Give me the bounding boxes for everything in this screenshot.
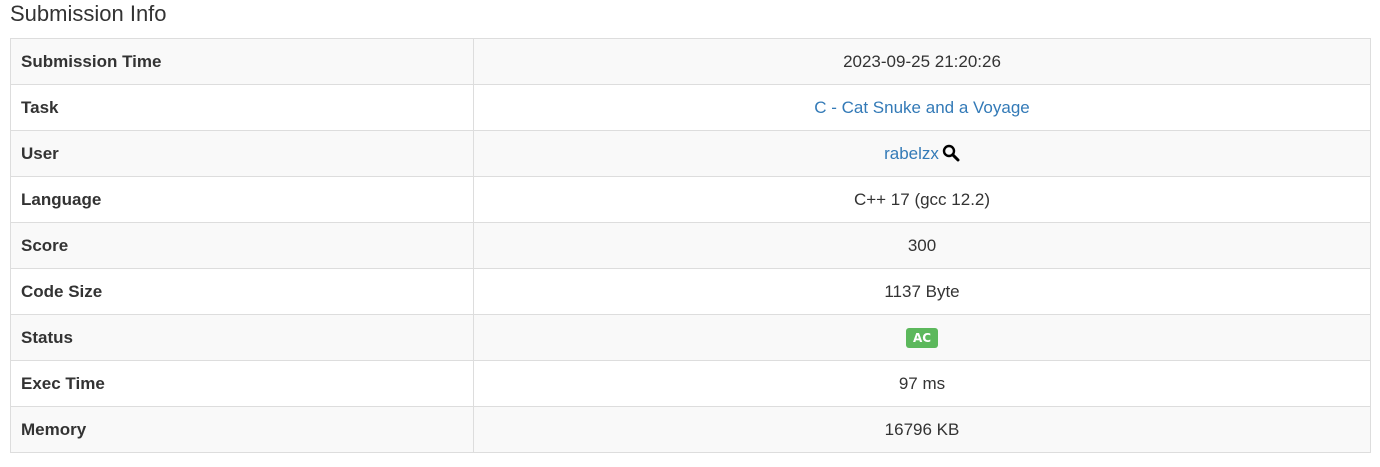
table-row-language: Language C++ 17 (gcc 12.2) bbox=[10, 176, 1371, 223]
search-icon[interactable] bbox=[942, 144, 960, 162]
status-badge: AC bbox=[905, 328, 939, 348]
row-label: Code Size bbox=[10, 268, 474, 315]
row-label: Status bbox=[10, 314, 474, 361]
score-value: 300 bbox=[473, 222, 1371, 269]
row-label: User bbox=[10, 130, 474, 177]
table-row-submission-time: Submission Time 2023-09-25 21:20:26 bbox=[10, 38, 1371, 85]
row-label: Exec Time bbox=[10, 360, 474, 407]
row-label: Task bbox=[10, 84, 474, 131]
user-link[interactable]: rabelzx bbox=[884, 144, 939, 163]
table-row-score: Score 300 bbox=[10, 222, 1371, 269]
table-row-memory: Memory 16796 KB bbox=[10, 406, 1371, 453]
row-label: Submission Time bbox=[10, 38, 474, 85]
exec-time-value: 97 ms bbox=[473, 360, 1371, 407]
row-label: Score bbox=[10, 222, 474, 269]
code-size-value: 1137 Byte bbox=[473, 268, 1371, 315]
row-label: Memory bbox=[10, 406, 474, 453]
page-title: Submission Info bbox=[10, 1, 167, 26]
table-row-task: Task C - Cat Snuke and a Voyage bbox=[10, 84, 1371, 131]
status-cell: AC bbox=[473, 314, 1371, 361]
table-row-exec-time: Exec Time 97 ms bbox=[10, 360, 1371, 407]
language-value: C++ 17 (gcc 12.2) bbox=[473, 176, 1371, 223]
table-row-status: Status AC bbox=[10, 314, 1371, 361]
row-label: Language bbox=[10, 176, 474, 223]
submission-time-value: 2023-09-25 21:20:26 bbox=[473, 38, 1371, 85]
user-cell: rabelzx bbox=[473, 130, 1371, 177]
memory-value: 16796 KB bbox=[473, 406, 1371, 453]
table-row-user: User rabelzx bbox=[10, 130, 1371, 177]
task-cell: C - Cat Snuke and a Voyage bbox=[473, 84, 1371, 131]
submission-info-table: Submission Time 2023-09-25 21:20:26 Task… bbox=[10, 38, 1371, 453]
task-link[interactable]: C - Cat Snuke and a Voyage bbox=[814, 98, 1029, 117]
table-row-code-size: Code Size 1137 Byte bbox=[10, 268, 1371, 315]
